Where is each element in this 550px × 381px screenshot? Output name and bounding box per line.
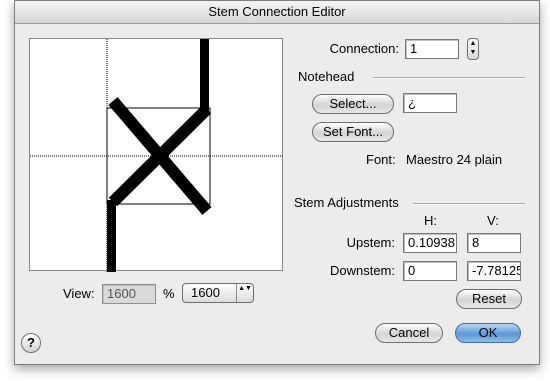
notehead-preview[interactable]: [29, 38, 284, 272]
view-zoom-popup-value: 1600: [191, 285, 220, 300]
view-label: View:: [63, 286, 95, 301]
stepper-up-icon[interactable]: ▲: [468, 39, 478, 48]
select-button[interactable]: Select...: [312, 94, 394, 114]
notehead-separator: [373, 77, 525, 79]
font-value: Maestro 24 plain: [406, 152, 503, 167]
h-column-header: H:: [424, 213, 437, 228]
upstem-h-field[interactable]: 0.10938: [403, 233, 457, 253]
cancel-button[interactable]: Cancel: [375, 323, 443, 343]
connection-label: Connection:: [329, 41, 399, 56]
set-font-button[interactable]: Set Font...: [312, 122, 394, 142]
downstem-label: Downstem:: [329, 263, 395, 278]
v-column-header: V:: [487, 213, 499, 228]
downstem-h-field[interactable]: 0: [403, 261, 457, 281]
stem-adjustments-section-title: Stem Adjustments: [294, 195, 399, 210]
reset-button[interactable]: Reset: [456, 289, 522, 309]
upstem-label: Upstem:: [346, 235, 395, 250]
view-zoom-field: 1600: [102, 284, 156, 304]
downstem-v-field[interactable]: -7.78125: [467, 261, 521, 281]
ok-button[interactable]: OK: [455, 323, 521, 343]
upstem[interactable]: [200, 39, 209, 112]
notehead-section-title: Notehead: [298, 69, 355, 84]
view-zoom-popup[interactable]: 1600 ▲▼: [182, 283, 254, 303]
downstem[interactable]: [107, 200, 116, 272]
window-title: Stem Connection Editor: [15, 1, 539, 24]
popup-arrows-icon: ▲▼: [236, 284, 253, 302]
stepper-down-icon[interactable]: ▼: [468, 48, 478, 57]
connection-stepper[interactable]: ▲ ▼: [467, 38, 479, 60]
connection-field[interactable]: 1: [405, 39, 459, 59]
stem-adjustments-separator: [413, 203, 525, 205]
font-label: Font:: [366, 152, 396, 167]
preview-canvas: [30, 39, 284, 272]
view-percent-label: %: [163, 286, 175, 301]
notehead-character-field[interactable]: ¿: [403, 93, 457, 113]
upstem-v-field[interactable]: 8: [467, 233, 521, 253]
help-icon[interactable]: ?: [21, 333, 41, 353]
stem-connection-editor-window: Stem Connection Editor Connection: 1 ▲ ▼…: [14, 0, 540, 365]
